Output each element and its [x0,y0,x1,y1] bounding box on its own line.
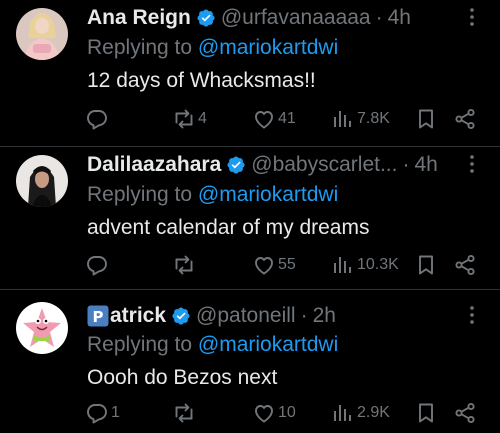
p-button-letter: P [93,308,104,326]
views-count: 7.8K [357,110,390,127]
avatar[interactable] [16,155,68,207]
heart-icon [252,401,276,425]
share-button[interactable] [453,401,477,425]
bookmark-icon [414,401,438,425]
timestamp[interactable]: 4h [414,152,437,178]
reply-1[interactable]: Ana Reign @urfavanaaaaa · 4h Replying to… [0,0,500,147]
separator-dot: · [300,304,308,327]
views-button[interactable]: 7.8K [331,107,390,131]
bookmark-icon [414,107,438,131]
like-count: 10 [278,404,296,421]
avatar[interactable] [16,8,68,60]
share-icon [453,401,477,425]
separator-dot: · [402,153,410,176]
replying-prefix: Replying to [87,36,193,59]
reply-text: advent calendar of my dreams [87,216,370,239]
reply-button[interactable] [85,253,111,277]
timestamp[interactable]: 4h [388,5,411,31]
repost-button[interactable] [172,401,198,425]
display-name[interactable]: atrick [110,303,166,329]
display-name[interactable]: Dalilaazahara [87,152,221,178]
replying-to-line: Replying to @mariokartdwi [87,332,338,358]
views-bar-chart-icon [331,253,355,277]
views-button[interactable]: 2.9K [331,401,390,425]
avatar-image-patrick [16,302,68,354]
repost-icon [172,253,196,277]
reply-bubble-icon [85,401,109,425]
replying-to-mention[interactable]: @mariokartdwi [198,36,338,59]
views-bar-chart-icon [331,401,355,425]
repost-icon [172,401,196,425]
replying-to-mention[interactable]: @mariokartdwi [198,333,338,356]
reply-button[interactable]: 1 [85,401,120,425]
user-handle[interactable]: @babyscarlet... [251,152,397,178]
reply-button[interactable] [85,107,111,131]
avatar-image-ana [16,8,68,60]
reply-text: Oooh do Bezos next [87,366,278,389]
bookmark-button[interactable] [414,253,438,277]
like-button[interactable]: 55 [252,253,296,277]
share-icon [453,107,477,131]
views-count: 2.9K [357,404,390,421]
like-button[interactable]: 41 [252,107,296,131]
more-dots-icon[interactable] [460,152,484,176]
repost-button[interactable] [172,253,198,277]
repost-button[interactable]: 4 [172,107,207,131]
like-count: 41 [278,110,296,127]
replying-to-line: Replying to @mariokartdwi [87,182,338,208]
more-dots-icon[interactable] [460,5,484,29]
separator-dot: · [375,6,383,29]
reply-bubble-icon [85,107,109,131]
views-bar-chart-icon [331,107,355,131]
views-button[interactable]: 10.3K [331,253,399,277]
user-handle[interactable]: @urfavanaaaaa [221,5,371,31]
verified-badge-icon [226,155,246,175]
share-button[interactable] [453,107,477,131]
heart-icon [252,107,276,131]
reply-count: 1 [111,404,120,421]
timestamp[interactable]: 2h [313,303,336,329]
heart-icon [252,253,276,277]
replying-to-mention[interactable]: @mariokartdwi [198,183,338,206]
avatar[interactable] [16,302,68,354]
verified-badge-icon [171,306,191,326]
replying-prefix: Replying to [87,183,193,206]
like-count: 55 [278,256,296,273]
reply-3[interactable]: P atrick @patoneill · 2h Replying to @ma… [0,290,500,433]
avatar-image-dalila [16,155,68,207]
repost-count: 4 [198,110,207,127]
bookmark-button[interactable] [414,401,438,425]
reply-2[interactable]: Dalilaazahara @babyscarlet... · 4h Reply… [0,147,500,290]
bookmark-button[interactable] [414,107,438,131]
share-button[interactable] [453,253,477,277]
more-dots-icon[interactable] [460,303,484,327]
replying-to-line: Replying to @mariokartdwi [87,35,338,61]
bookmark-icon [414,253,438,277]
p-button-emoji-icon: P [87,305,109,327]
reply-text: 12 days of Whacksmas!! [87,69,316,92]
replying-prefix: Replying to [87,333,193,356]
repost-icon [172,107,196,131]
user-handle[interactable]: @patoneill [196,303,296,329]
share-icon [453,253,477,277]
views-count: 10.3K [357,256,399,273]
display-name[interactable]: Ana Reign [87,5,191,31]
like-button[interactable]: 10 [252,401,296,425]
verified-badge-icon [196,8,216,28]
reply-bubble-icon [85,253,109,277]
